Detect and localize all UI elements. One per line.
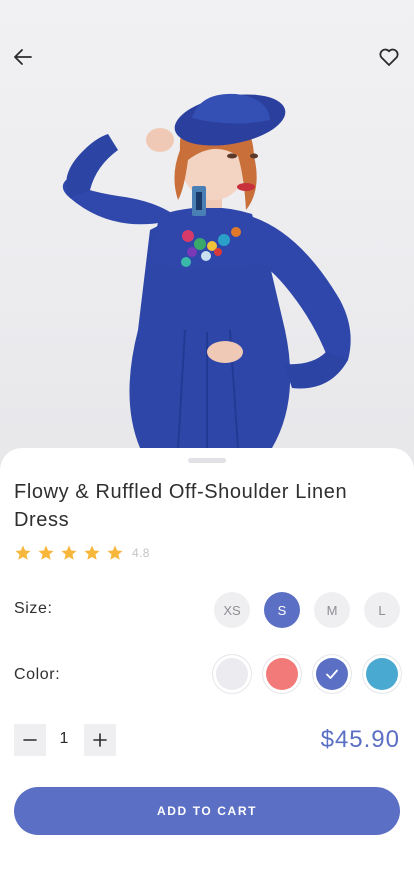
star-icon	[84, 545, 100, 560]
star-icon	[38, 545, 54, 560]
product-price: $45.90	[320, 726, 400, 753]
favorite-button[interactable]	[374, 42, 404, 72]
quantity-value: 1	[59, 730, 69, 747]
quantity-increase-button[interactable]	[84, 724, 116, 756]
product-image	[0, 0, 414, 470]
product-title: Flowy & Ruffled Off-Shoulder Linen Dress	[14, 481, 348, 531]
product-detail-sheet: Flowy & Ruffled Off-Shoulder Linen Dress…	[0, 448, 414, 896]
color-swatch-sky-blue[interactable]	[366, 658, 398, 690]
arrow-left-icon	[14, 49, 32, 65]
size-option-s[interactable]: S	[264, 592, 300, 628]
heart-outline-icon	[379, 48, 399, 66]
size-option-xs[interactable]: XS	[214, 592, 250, 628]
rating-value: 4.8	[132, 546, 150, 560]
color-swatch-blue[interactable]	[316, 658, 348, 690]
product-rating: 4.8	[14, 544, 150, 562]
size-option-l[interactable]: L	[364, 592, 400, 628]
check-icon	[326, 669, 338, 679]
color-swatch-light-gray[interactable]	[216, 658, 248, 690]
star-icon	[107, 545, 123, 560]
star-icon	[61, 545, 77, 560]
quantity-decrease-button[interactable]	[14, 724, 46, 756]
star-icon	[15, 545, 31, 560]
add-to-cart-button[interactable]: ADD TO CART	[14, 787, 400, 835]
plus-icon	[93, 733, 107, 747]
back-button[interactable]	[8, 42, 38, 72]
size-label: Size:	[14, 600, 53, 617]
minus-icon	[23, 739, 37, 741]
color-label: Color:	[14, 666, 61, 683]
product-photo	[62, 93, 351, 449]
sheet-drag-handle[interactable]	[188, 458, 226, 463]
size-option-m[interactable]: M	[314, 592, 350, 628]
color-swatch-coral[interactable]	[266, 658, 298, 690]
